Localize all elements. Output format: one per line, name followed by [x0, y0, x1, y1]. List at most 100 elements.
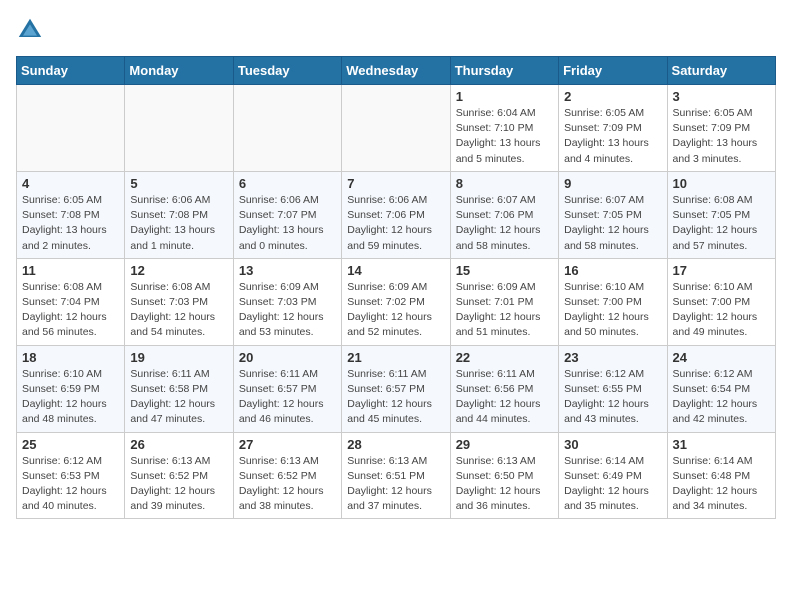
calendar-cell	[17, 85, 125, 172]
day-number: 5	[130, 176, 227, 191]
calendar-cell: 24 Sunrise: 6:12 AMSunset: 6:54 PMDayligh…	[667, 345, 775, 432]
day-number: 2	[564, 89, 661, 104]
day-info: Sunrise: 6:09 AMSunset: 7:03 PMDaylight:…	[239, 280, 336, 341]
day-info: Sunrise: 6:12 AMSunset: 6:54 PMDaylight:…	[673, 367, 770, 428]
calendar-cell	[233, 85, 341, 172]
day-number: 24	[673, 350, 770, 365]
calendar-cell: 6 Sunrise: 6:06 AMSunset: 7:07 PMDaylight…	[233, 171, 341, 258]
calendar-cell: 18 Sunrise: 6:10 AMSunset: 6:59 PMDayligh…	[17, 345, 125, 432]
day-info: Sunrise: 6:11 AMSunset: 6:58 PMDaylight:…	[130, 367, 227, 428]
day-number: 17	[673, 263, 770, 278]
day-number: 11	[22, 263, 119, 278]
day-number: 23	[564, 350, 661, 365]
calendar-table: SundayMondayTuesdayWednesdayThursdayFrid…	[16, 56, 776, 519]
day-info: Sunrise: 6:13 AMSunset: 6:52 PMDaylight:…	[130, 454, 227, 515]
day-of-week-header: Monday	[125, 57, 233, 85]
calendar-cell: 15Sunrise: 6:09 AMSunset: 7:01 PMDayligh…	[450, 258, 558, 345]
day-number: 7	[347, 176, 444, 191]
day-info: Sunrise: 6:07 AMSunset: 7:05 PMDaylight:…	[564, 193, 661, 254]
calendar-week-row: 11Sunrise: 6:08 AMSunset: 7:04 PMDayligh…	[17, 258, 776, 345]
calendar-cell: 8Sunrise: 6:07 AMSunset: 7:06 PMDaylight…	[450, 171, 558, 258]
day-info: Sunrise: 6:06 AMSunset: 7:08 PMDaylight:…	[130, 193, 227, 254]
day-number: 1	[456, 89, 553, 104]
calendar-cell: 30 Sunrise: 6:14 AMSunset: 6:49 PMDayligh…	[559, 432, 667, 519]
calendar-cell: 14 Sunrise: 6:09 AMSunset: 7:02 PMDayligh…	[342, 258, 450, 345]
calendar-cell: 17 Sunrise: 6:10 AMSunset: 7:00 PMDayligh…	[667, 258, 775, 345]
day-info: Sunrise: 6:10 AMSunset: 7:00 PMDaylight:…	[673, 280, 770, 341]
calendar-cell: 23Sunrise: 6:12 AMSunset: 6:55 PMDayligh…	[559, 345, 667, 432]
calendar-cell: 13 Sunrise: 6:09 AMSunset: 7:03 PMDayligh…	[233, 258, 341, 345]
day-number: 13	[239, 263, 336, 278]
day-number: 16	[564, 263, 661, 278]
logo	[16, 16, 48, 44]
day-number: 22	[456, 350, 553, 365]
calendar-cell	[342, 85, 450, 172]
calendar-cell: 27 Sunrise: 6:13 AMSunset: 6:52 PMDayligh…	[233, 432, 341, 519]
calendar-cell: 5 Sunrise: 6:06 AMSunset: 7:08 PMDaylight…	[125, 171, 233, 258]
day-info: Sunrise: 6:09 AMSunset: 7:02 PMDaylight:…	[347, 280, 444, 341]
day-info: Sunrise: 6:14 AMSunset: 6:48 PMDaylight:…	[673, 454, 770, 515]
day-number: 27	[239, 437, 336, 452]
day-info: Sunrise: 6:10 AMSunset: 6:59 PMDaylight:…	[22, 367, 119, 428]
calendar-cell: 3Sunrise: 6:05 AMSunset: 7:09 PMDaylight…	[667, 85, 775, 172]
day-info: Sunrise: 6:11 AMSunset: 6:57 PMDaylight:…	[347, 367, 444, 428]
day-of-week-header: Wednesday	[342, 57, 450, 85]
day-info: Sunrise: 6:13 AMSunset: 6:51 PMDaylight:…	[347, 454, 444, 515]
day-info: Sunrise: 6:05 AMSunset: 7:09 PMDaylight:…	[564, 106, 661, 167]
day-info: Sunrise: 6:13 AMSunset: 6:52 PMDaylight:…	[239, 454, 336, 515]
day-number: 4	[22, 176, 119, 191]
day-info: Sunrise: 6:08 AMSunset: 7:03 PMDaylight:…	[130, 280, 227, 341]
calendar-cell: 25 Sunrise: 6:12 AMSunset: 6:53 PMDayligh…	[17, 432, 125, 519]
day-info: Sunrise: 6:11 AMSunset: 6:57 PMDaylight:…	[239, 367, 336, 428]
day-info: Sunrise: 6:07 AMSunset: 7:06 PMDaylight:…	[456, 193, 553, 254]
calendar-cell: 9 Sunrise: 6:07 AMSunset: 7:05 PMDaylight…	[559, 171, 667, 258]
day-number: 6	[239, 176, 336, 191]
day-info: Sunrise: 6:14 AMSunset: 6:49 PMDaylight:…	[564, 454, 661, 515]
day-number: 10	[673, 176, 770, 191]
day-number: 31	[673, 437, 770, 452]
day-info: Sunrise: 6:09 AMSunset: 7:01 PMDaylight:…	[456, 280, 553, 341]
calendar-cell: 4 Sunrise: 6:05 AMSunset: 7:08 PMDaylight…	[17, 171, 125, 258]
day-of-week-header: Friday	[559, 57, 667, 85]
calendar-cell: 16 Sunrise: 6:10 AMSunset: 7:00 PMDayligh…	[559, 258, 667, 345]
day-number: 14	[347, 263, 444, 278]
day-number: 20	[239, 350, 336, 365]
day-info: Sunrise: 6:08 AMSunset: 7:05 PMDaylight:…	[673, 193, 770, 254]
calendar-week-row: 1 Sunrise: 6:04 AMSunset: 7:10 PMDaylight…	[17, 85, 776, 172]
day-info: Sunrise: 6:13 AMSunset: 6:50 PMDaylight:…	[456, 454, 553, 515]
day-number: 12	[130, 263, 227, 278]
day-info: Sunrise: 6:10 AMSunset: 7:00 PMDaylight:…	[564, 280, 661, 341]
calendar-week-row: 4 Sunrise: 6:05 AMSunset: 7:08 PMDaylight…	[17, 171, 776, 258]
day-info: Sunrise: 6:04 AMSunset: 7:10 PMDaylight:…	[456, 106, 553, 167]
calendar-cell: 19 Sunrise: 6:11 AMSunset: 6:58 PMDayligh…	[125, 345, 233, 432]
day-of-week-header: Tuesday	[233, 57, 341, 85]
day-info: Sunrise: 6:05 AMSunset: 7:09 PMDaylight:…	[673, 106, 770, 167]
day-number: 18	[22, 350, 119, 365]
day-of-week-header: Sunday	[17, 57, 125, 85]
calendar-cell: 11Sunrise: 6:08 AMSunset: 7:04 PMDayligh…	[17, 258, 125, 345]
calendar-cell: 20 Sunrise: 6:11 AMSunset: 6:57 PMDayligh…	[233, 345, 341, 432]
day-number: 28	[347, 437, 444, 452]
page-header	[16, 16, 776, 44]
calendar-cell: 28 Sunrise: 6:13 AMSunset: 6:51 PMDayligh…	[342, 432, 450, 519]
day-number: 29	[456, 437, 553, 452]
calendar-header-row: SundayMondayTuesdayWednesdayThursdayFrid…	[17, 57, 776, 85]
day-of-week-header: Thursday	[450, 57, 558, 85]
day-info: Sunrise: 6:12 AMSunset: 6:53 PMDaylight:…	[22, 454, 119, 515]
calendar-cell: 10 Sunrise: 6:08 AMSunset: 7:05 PMDayligh…	[667, 171, 775, 258]
day-info: Sunrise: 6:05 AMSunset: 7:08 PMDaylight:…	[22, 193, 119, 254]
day-number: 21	[347, 350, 444, 365]
calendar-cell: 21 Sunrise: 6:11 AMSunset: 6:57 PMDayligh…	[342, 345, 450, 432]
calendar-week-row: 25 Sunrise: 6:12 AMSunset: 6:53 PMDayligh…	[17, 432, 776, 519]
calendar-cell: 31 Sunrise: 6:14 AMSunset: 6:48 PMDayligh…	[667, 432, 775, 519]
day-number: 26	[130, 437, 227, 452]
day-number: 9	[564, 176, 661, 191]
calendar-cell: 12 Sunrise: 6:08 AMSunset: 7:03 PMDayligh…	[125, 258, 233, 345]
calendar-cell: 2 Sunrise: 6:05 AMSunset: 7:09 PMDaylight…	[559, 85, 667, 172]
day-info: Sunrise: 6:06 AMSunset: 7:07 PMDaylight:…	[239, 193, 336, 254]
day-number: 30	[564, 437, 661, 452]
calendar-cell: 7Sunrise: 6:06 AMSunset: 7:06 PMDaylight…	[342, 171, 450, 258]
day-number: 25	[22, 437, 119, 452]
day-number: 19	[130, 350, 227, 365]
calendar-cell: 26 Sunrise: 6:13 AMSunset: 6:52 PMDayligh…	[125, 432, 233, 519]
